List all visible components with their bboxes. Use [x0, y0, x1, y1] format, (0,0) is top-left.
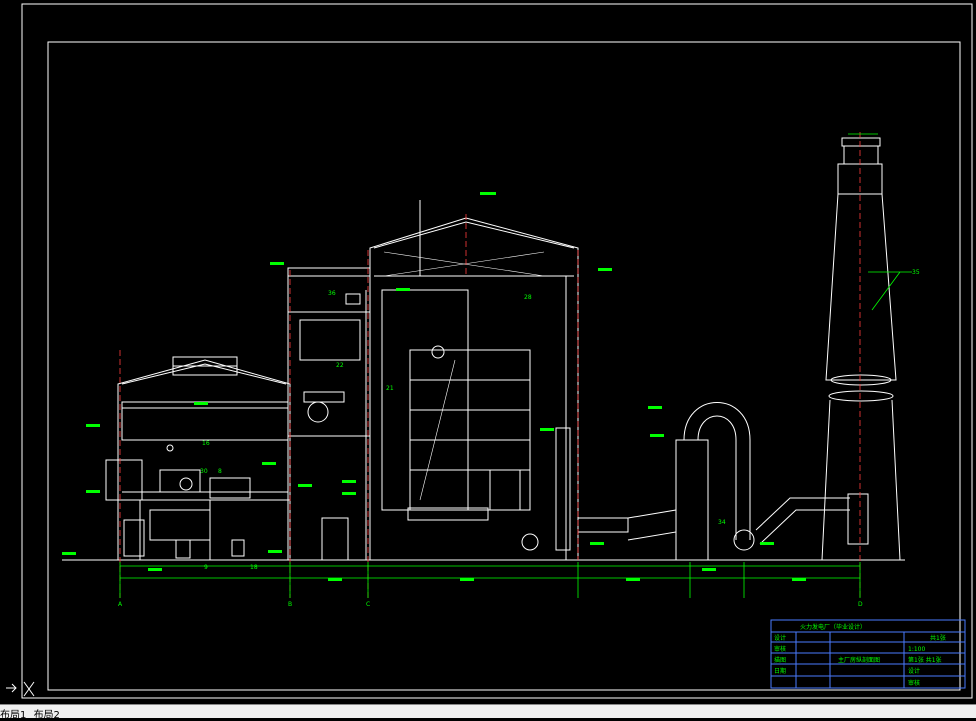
- callout-36: 36: [328, 290, 336, 297]
- deaerator-bay: [287, 267, 371, 561]
- boiler-house: [369, 200, 579, 560]
- titleblock-left-1: 审核: [774, 645, 786, 653]
- callout-34: 34: [718, 519, 726, 526]
- axis-labels: A B C D: [118, 601, 863, 608]
- flue-gas-system: [577, 402, 850, 561]
- titleblock-right-1: 第1张 共1张: [908, 656, 942, 664]
- titleblock-right-3: 审核: [908, 679, 920, 687]
- callout-16: 16: [202, 440, 210, 447]
- tab-layout-1[interactable]: 布局1: [0, 710, 26, 721]
- titleblock-right-2: 设计: [908, 667, 920, 675]
- axis-lines: [119, 132, 861, 598]
- callout-35: 35: [912, 269, 920, 276]
- turbine-hall: [105, 356, 291, 560]
- title-block: 火力发电厂（毕业设计） 共1张 设计 审核 描图 日期 主厂房纵剖面图 1:10…: [770, 619, 966, 689]
- titleblock-right-0: 1:100: [908, 646, 925, 653]
- titleblock-left-3: 日期: [774, 667, 786, 675]
- level-markers: [62, 192, 806, 581]
- ucs-icon: [6, 681, 35, 697]
- callout-8: 8: [218, 468, 222, 475]
- callout-18: 18: [250, 564, 258, 571]
- callout-labels: 16 22 21 28 30 9 8 18 34 35 36: [200, 269, 920, 571]
- callout-30: 30: [200, 468, 208, 475]
- cad-drawing-canvas[interactable]: 16 22 21 28 30 9 8 18 34 35 36 A B C D 火…: [0, 0, 976, 717]
- axis-label-b: B: [288, 601, 292, 608]
- dimension-lines: [119, 133, 912, 598]
- sheet-outer-border: [21, 3, 973, 699]
- layout-tab-bar: [0, 704, 976, 718]
- chimney: [821, 137, 901, 561]
- axis-label-a: A: [118, 601, 123, 608]
- layout-tabs: 布局1 布局2: [0, 706, 64, 721]
- axis-label-d: D: [858, 601, 863, 608]
- titleblock-header: 火力发电厂（毕业设计）: [800, 623, 866, 631]
- titleblock-left-2: 描图: [774, 656, 786, 664]
- callout-28: 28: [524, 294, 532, 301]
- tab-layout-2[interactable]: 布局2: [34, 710, 60, 721]
- axis-label-c: C: [366, 601, 370, 608]
- titleblock-center-title: 主厂房纵剖面图: [838, 656, 880, 664]
- callout-9: 9: [204, 564, 208, 571]
- titleblock-right-top: 共1张: [930, 634, 946, 642]
- callout-22: 22: [336, 362, 344, 369]
- callout-21: 21: [386, 385, 394, 392]
- titleblock-left-0: 设计: [774, 634, 786, 642]
